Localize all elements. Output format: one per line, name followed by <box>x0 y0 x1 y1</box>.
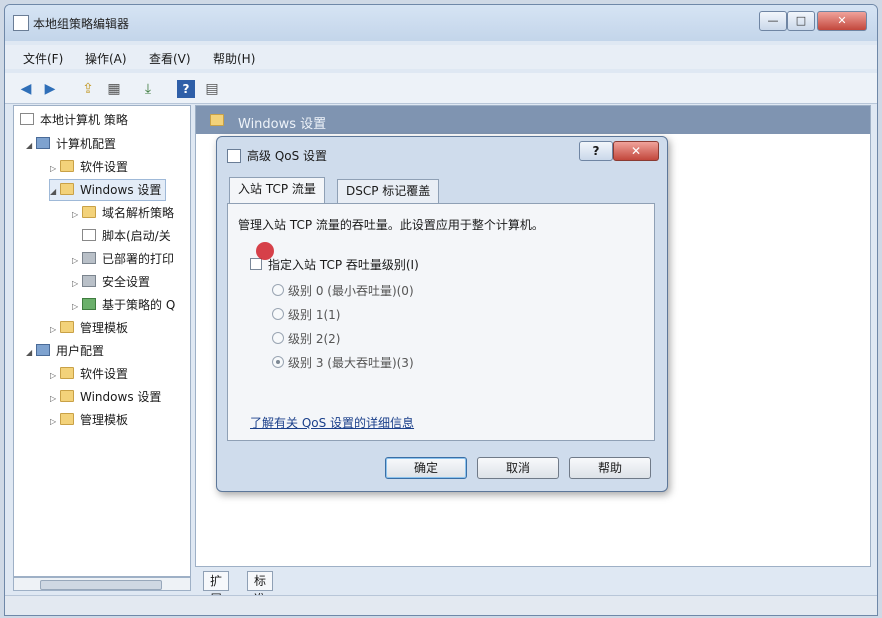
radio-level-2[interactable] <box>272 332 284 344</box>
maximize-button[interactable]: □ <box>787 11 815 31</box>
throughput-checkbox-label[interactable]: 指定入站 TCP 吞吐量级别(I) <box>268 256 419 273</box>
collapsed-arrow-icon[interactable]: ▷ <box>72 251 82 271</box>
tree-admin-templates[interactable]: ▷ 管理模板 <box>50 318 128 338</box>
folder-icon <box>60 367 74 379</box>
expanded-arrow-icon[interactable]: ◢ <box>26 136 36 156</box>
back-arrow-icon[interactable]: ◀ <box>17 80 35 98</box>
folder-icon <box>60 413 74 425</box>
tree-security-settings[interactable]: ▷ 安全设置 <box>72 272 150 292</box>
tab-inbound-tcp[interactable]: 入站 TCP 流量 <box>229 177 325 204</box>
panel-description: 管理入站 TCP 流量的吞吐量。此设置应用于整个计算机。 <box>238 218 544 232</box>
tree-windows-settings[interactable]: ◢ Windows 设置 <box>48 179 167 202</box>
tab-standard[interactable]: 标准 <box>247 571 274 606</box>
folder-icon <box>60 321 74 333</box>
user-icon <box>36 344 50 356</box>
folder-icon <box>60 160 74 172</box>
collapsed-arrow-icon[interactable]: ▷ <box>72 274 82 294</box>
tree-user-config[interactable]: ◢ 用户配置 <box>26 341 104 361</box>
printer-icon <box>82 252 96 264</box>
export-list-icon[interactable]: ⤓ <box>139 80 157 98</box>
collapsed-arrow-icon[interactable]: ▷ <box>50 320 60 340</box>
computer-icon <box>36 137 50 149</box>
expanded-arrow-icon[interactable]: ◢ <box>50 182 60 202</box>
properties-icon[interactable]: ▤ <box>203 80 221 98</box>
folder-icon <box>60 390 74 402</box>
dialog-help-button[interactable]: ? <box>579 141 613 161</box>
tree-printers[interactable]: ▷ 已部署的打印 <box>72 249 174 269</box>
tree-software-settings[interactable]: ▷ 软件设置 <box>50 157 128 177</box>
qos-info-link[interactable]: 了解有关 QoS 设置的详细信息 <box>250 414 414 431</box>
tree-user-admin[interactable]: ▷ 管理模板 <box>50 410 128 430</box>
radio-level-0[interactable] <box>272 284 284 296</box>
collapsed-arrow-icon[interactable]: ▷ <box>50 412 60 432</box>
tree-horizontal-scrollbar[interactable] <box>13 577 191 591</box>
up-folder-icon[interactable]: ⇪ <box>79 80 97 98</box>
radio-level-3[interactable] <box>272 356 284 368</box>
menu-file[interactable]: 文件(F) <box>23 50 63 67</box>
tree-computer-config[interactable]: ◢ 计算机配置 <box>26 134 116 154</box>
collapsed-arrow-icon[interactable]: ▷ <box>50 159 60 179</box>
window-title: 本地组策略编辑器 <box>33 17 130 31</box>
radio-level-2-label[interactable]: 级别 2(2) <box>288 330 340 347</box>
dialog-icon <box>227 149 241 163</box>
qos-chart-icon <box>82 298 96 310</box>
tree-dns-policy[interactable]: ▷ 域名解析策略 <box>72 203 174 223</box>
folder-icon <box>210 114 224 126</box>
advanced-qos-dialog: 高级 QoS 设置 ? ✕ 入站 TCP 流量 DSCP 标记覆盖 管理入站 T… <box>216 136 668 492</box>
collapsed-arrow-icon[interactable]: ▷ <box>72 297 82 317</box>
tree-user-software[interactable]: ▷ 软件设置 <box>50 364 128 384</box>
radio-level-1-label[interactable]: 级别 1(1) <box>288 306 340 323</box>
ok-button[interactable]: 确定 <box>385 457 467 479</box>
throughput-checkbox[interactable] <box>250 258 262 270</box>
folder-icon <box>82 206 96 218</box>
policy-doc-icon <box>20 113 34 125</box>
details-header: Windows 设置 <box>196 106 870 134</box>
expanded-arrow-icon[interactable]: ◢ <box>26 343 36 363</box>
minimize-button[interactable]: — <box>759 11 787 31</box>
dialog-close-button[interactable]: ✕ <box>613 141 659 161</box>
show-hide-tree-icon[interactable]: ▦ <box>105 80 123 98</box>
forward-arrow-icon[interactable]: ▶ <box>41 80 59 98</box>
folder-icon <box>60 183 74 195</box>
tree-policy-qos[interactable]: ▷ 基于策略的 Q <box>72 295 175 315</box>
details-title: Windows 设置 <box>238 117 327 132</box>
menu-help[interactable]: 帮助(H) <box>213 50 255 67</box>
collapsed-arrow-icon[interactable]: ▷ <box>72 205 82 225</box>
toolbar: ◀ ▶ ⇪ ▦ ⤓ ? ▤ <box>5 73 877 104</box>
security-icon <box>82 275 96 287</box>
collapsed-arrow-icon[interactable]: ▷ <box>50 366 60 386</box>
status-bar <box>5 595 877 615</box>
inbound-tcp-panel: 管理入站 TCP 流量的吞吐量。此设置应用于整个计算机。 指定入站 TCP 吞吐… <box>227 203 655 441</box>
help-button[interactable]: 帮助 <box>569 457 651 479</box>
tree-user-windows[interactable]: ▷ Windows 设置 <box>50 387 161 407</box>
tab-extended[interactable]: 扩展 <box>203 571 230 606</box>
scrollbar-thumb[interactable] <box>40 580 162 590</box>
title-bar[interactable]: 本地组策略编辑器 — □ ✕ <box>5 5 877 41</box>
script-icon <box>82 229 96 241</box>
collapsed-arrow-icon[interactable]: ▷ <box>50 389 60 409</box>
close-button[interactable]: ✕ <box>817 11 867 31</box>
help-icon[interactable]: ? <box>177 80 195 98</box>
radio-level-3-label[interactable]: 级别 3 (最大吞吐量)(3) <box>288 354 414 371</box>
menu-bar: 文件(F) 操作(A) 查看(V) 帮助(H) <box>5 45 877 69</box>
dialog-title: 高级 QoS 设置 <box>247 149 328 163</box>
tree-scripts[interactable]: 脚本(启动/关 <box>72 226 171 246</box>
menu-view[interactable]: 查看(V) <box>149 50 191 67</box>
radio-level-1[interactable] <box>272 308 284 320</box>
navigation-tree: 本地计算机 策略 ◢ 计算机配置 ▷ 软件设置 ◢ Windows 设置 ▷ 域名解析策… <box>13 105 191 577</box>
menu-action[interactable]: 操作(A) <box>85 50 127 67</box>
app-icon <box>13 15 29 31</box>
tab-dscp-override[interactable]: DSCP 标记覆盖 <box>337 179 440 203</box>
tree-root[interactable]: 本地计算机 策略 <box>20 110 128 130</box>
radio-level-0-label[interactable]: 级别 0 (最小吞吐量)(0) <box>288 282 414 299</box>
cancel-button[interactable]: 取消 <box>477 457 559 479</box>
